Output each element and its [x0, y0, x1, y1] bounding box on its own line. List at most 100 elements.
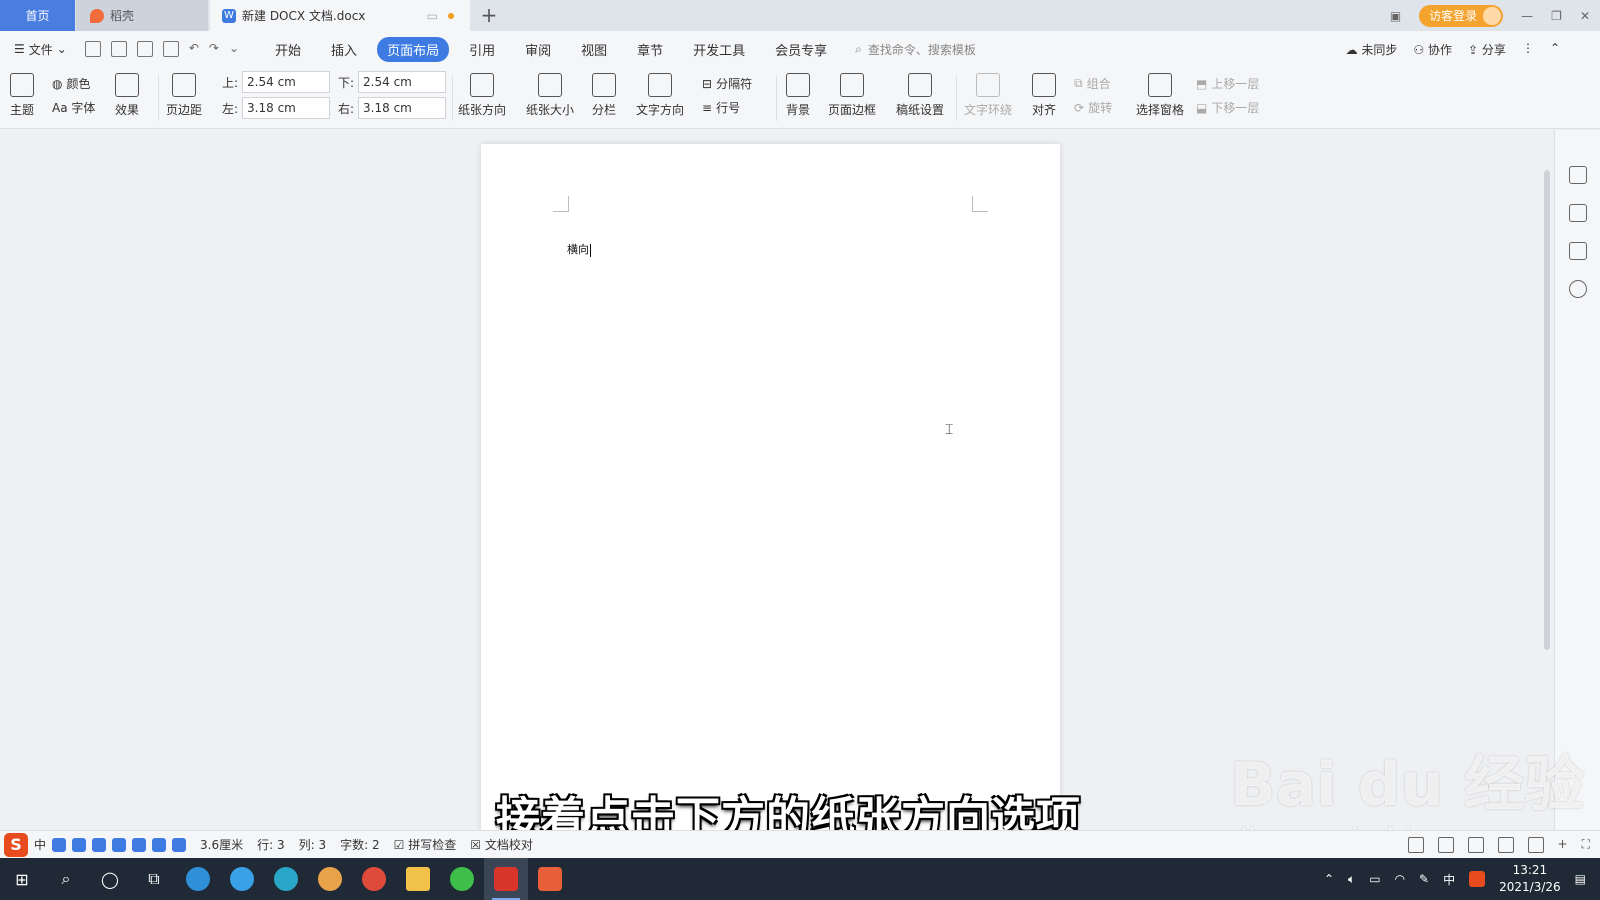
monitor-icon[interactable]: ▭: [427, 9, 438, 23]
fullscreen-icon[interactable]: ⛶: [1582, 837, 1590, 853]
battery-icon[interactable]: ▭: [1369, 872, 1380, 886]
align-button[interactable]: 对齐: [1032, 73, 1056, 118]
ime-grid-icon[interactable]: [172, 837, 187, 852]
collapse-ribbon-icon[interactable]: ⌃: [1550, 41, 1560, 58]
page-border-button[interactable]: 页面边框: [828, 73, 876, 118]
line-numbers-button[interactable]: ≡ 行号: [702, 99, 740, 116]
chrome-icon[interactable]: [352, 858, 396, 900]
text-direction-button[interactable]: 文字方向: [636, 73, 684, 118]
background-button[interactable]: 背景: [786, 73, 810, 118]
tab-insert[interactable]: 插入: [321, 37, 367, 62]
tab-start[interactable]: 开始: [265, 37, 311, 62]
ime-microphone-icon[interactable]: [92, 837, 107, 852]
more-icon[interactable]: ⋮: [1522, 41, 1534, 58]
spell-check-toggle[interactable]: ☑ 拼写检查: [394, 836, 457, 853]
guest-login-button[interactable]: 访客登录: [1419, 4, 1504, 27]
save-icon[interactable]: [84, 41, 101, 57]
color-button[interactable]: ◍ 颜色: [52, 75, 91, 92]
ime-language[interactable]: 中: [34, 836, 46, 853]
group-button[interactable]: ⧉ 组合: [1074, 75, 1111, 92]
photos-icon[interactable]: [308, 858, 352, 900]
task-view-icon[interactable]: ⧉: [132, 858, 176, 900]
rotate-button[interactable]: ⟳ 旋转: [1074, 99, 1112, 116]
left-margin-input[interactable]: [242, 97, 331, 119]
app-a-icon[interactable]: [220, 858, 264, 900]
clock[interactable]: 13:21 2021/3/26: [1499, 862, 1561, 896]
tab-developer[interactable]: 开发工具: [683, 37, 755, 62]
theme-button[interactable]: 主题: [10, 73, 34, 118]
print-preview-icon[interactable]: [162, 41, 179, 57]
windows-start-icon[interactable]: ⊞: [0, 858, 44, 900]
format-painter-icon[interactable]: [110, 41, 127, 57]
tab-member[interactable]: 会员专享: [765, 37, 837, 62]
minimize-icon[interactable]: —: [1521, 9, 1533, 23]
columns-button[interactable]: 分栏: [592, 73, 616, 118]
cortana-icon[interactable]: ◯: [88, 858, 132, 900]
collaborate-button[interactable]: ⚇ 协作: [1413, 41, 1452, 58]
page-view-icon[interactable]: [1437, 836, 1454, 853]
effect-button[interactable]: 效果: [115, 73, 139, 118]
web-view-icon[interactable]: [1527, 836, 1544, 853]
ime-skin-icon[interactable]: [152, 837, 167, 852]
wechat-icon[interactable]: [440, 858, 484, 900]
volume-icon[interactable]: 🔈︎: [1348, 872, 1355, 887]
ime-user-icon[interactable]: [132, 837, 147, 852]
ime-emoji-icon[interactable]: [72, 837, 87, 852]
restore-icon[interactable]: ❐: [1551, 9, 1562, 23]
presentation-app-icon[interactable]: [528, 858, 572, 900]
tab-view[interactable]: 视图: [571, 37, 617, 62]
tab-review[interactable]: 审阅: [515, 37, 561, 62]
bottom-margin-input[interactable]: [358, 71, 447, 93]
tab-references[interactable]: 引用: [459, 37, 505, 62]
ime-punctuation-icon[interactable]: [52, 837, 67, 852]
text-wrap-button[interactable]: 文字环绕: [964, 73, 1012, 118]
document-text[interactable]: 横向: [567, 241, 591, 257]
bring-forward-button[interactable]: ⬒ 上移一层: [1196, 75, 1259, 92]
file-explorer-icon[interactable]: [396, 858, 440, 900]
reading-view-icon[interactable]: [1497, 836, 1514, 853]
undo-icon[interactable]: ↶: [189, 41, 199, 57]
document-page[interactable]: 横向 ⌶: [481, 144, 1060, 844]
select-cursor-icon[interactable]: [1569, 204, 1587, 222]
search-icon[interactable]: ⌕: [44, 858, 88, 900]
edit-icon[interactable]: [1569, 166, 1587, 184]
document-canvas[interactable]: 横向 ⌶: [0, 130, 1540, 844]
send-backward-button[interactable]: ⬓ 下移一层: [1196, 99, 1259, 116]
margins-button[interactable]: 页边距: [166, 73, 202, 118]
command-search[interactable]: ⌕ 查找命令、搜索模板: [855, 41, 976, 58]
selection-pane-button[interactable]: 选择窗格: [1136, 73, 1184, 118]
pen-icon[interactable]: ✎: [1419, 872, 1429, 886]
sogou-tray-icon[interactable]: [1469, 871, 1486, 887]
vertical-scrollbar[interactable]: [1540, 130, 1554, 830]
manuscript-button[interactable]: 稿纸设置: [896, 73, 944, 118]
font-button[interactable]: Aa 字体: [52, 99, 95, 116]
settings-sliders-icon[interactable]: [1569, 242, 1587, 260]
sogou-ime-icon[interactable]: S: [4, 832, 28, 857]
file-menu[interactable]: ☰ 文件 ⌄: [14, 41, 67, 58]
tab-page-layout[interactable]: 页面布局: [377, 36, 450, 62]
eye-protection-icon[interactable]: [1407, 836, 1424, 853]
scrollbar-thumb[interactable]: [1544, 170, 1550, 650]
redo-icon[interactable]: ↷: [209, 41, 219, 57]
notification-icon[interactable]: ▤: [1575, 872, 1586, 886]
layout-icon[interactable]: ▣: [1390, 9, 1401, 23]
paper-size-button[interactable]: 纸张大小: [526, 73, 574, 118]
doc-proof-toggle[interactable]: ☒ 文档校对: [470, 836, 533, 853]
customize-icon[interactable]: ⌄: [229, 41, 239, 57]
right-margin-input[interactable]: [358, 97, 447, 119]
tab-chapter[interactable]: 章节: [627, 37, 673, 62]
tab-daoke[interactable]: 稻壳: [76, 0, 208, 31]
top-margin-input[interactable]: [242, 71, 331, 93]
ime-keyboard-icon[interactable]: [112, 837, 127, 852]
zoom-in-icon[interactable]: +: [1558, 837, 1568, 853]
wifi-icon[interactable]: ◠: [1395, 872, 1405, 886]
sync-button[interactable]: ☁ 未同步: [1346, 41, 1398, 58]
edge-icon[interactable]: [264, 858, 308, 900]
wps-writer-icon[interactable]: [484, 858, 528, 900]
share-button[interactable]: ⇪ 分享: [1468, 41, 1506, 58]
word-count[interactable]: 字数: 2: [340, 836, 380, 853]
tray-language[interactable]: 中: [1443, 871, 1455, 888]
app-w-icon[interactable]: [176, 858, 220, 900]
help-icon[interactable]: [1569, 280, 1587, 298]
new-tab-button[interactable]: +: [478, 4, 500, 26]
